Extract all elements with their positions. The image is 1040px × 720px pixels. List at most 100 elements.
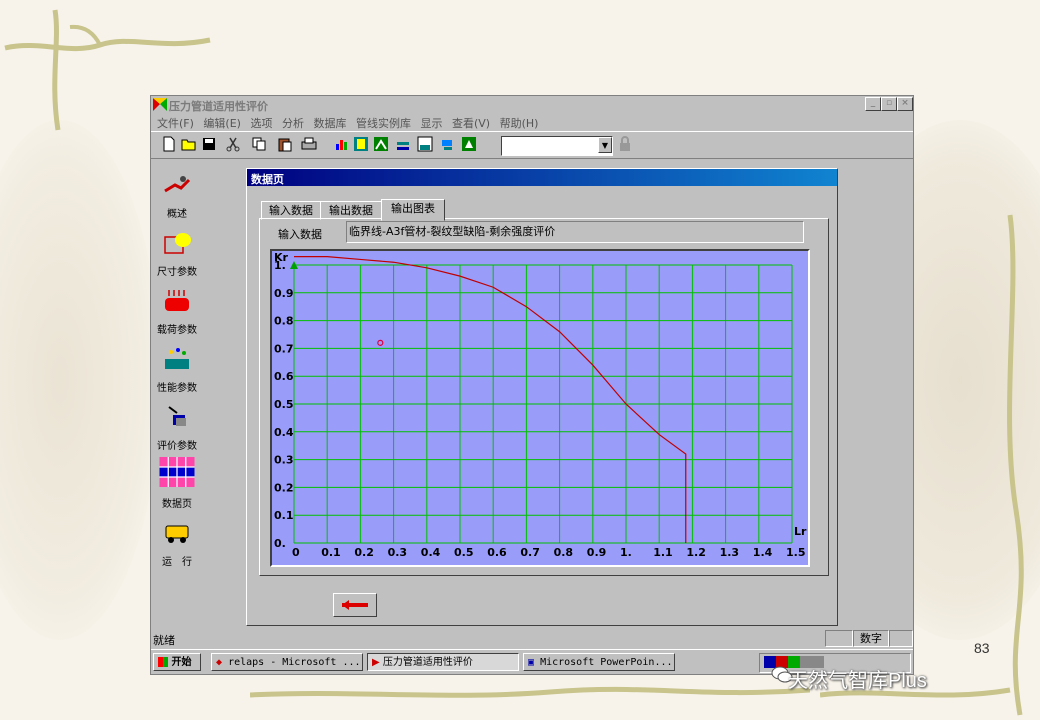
sidebar-item-dimensions[interactable]: 尺寸参数 — [151, 225, 203, 283]
datasheet-window-title: 数据页 — [247, 169, 837, 186]
sidebar-item-datasheet[interactable]: 数据页 — [151, 457, 203, 515]
menu-edit[interactable]: 编辑(E) — [203, 115, 241, 131]
brand-watermark: 天然气智库Plus — [788, 670, 927, 692]
tab-output-chart[interactable]: 输出图表 — [381, 199, 445, 221]
new-file-icon[interactable] — [161, 136, 177, 152]
y-tick-label: 0.3 — [274, 454, 294, 467]
sidebar-item-label: 评价参数 — [157, 441, 197, 452]
start-button[interactable]: 开始 — [153, 653, 201, 671]
toolbar-combo[interactable]: ▼ — [501, 136, 613, 156]
menu-options[interactable]: 选项 — [250, 115, 272, 131]
y-tick-label: 0.4 — [274, 426, 294, 439]
sidebar-item-run[interactable]: 运 行 — [151, 515, 203, 573]
x-tick-label: 0.6 — [487, 546, 507, 559]
maximize-button[interactable]: ▫ — [881, 97, 897, 111]
sidebar-item-overview[interactable]: 概述 — [151, 167, 203, 225]
status-pane-empty — [825, 630, 853, 647]
menu-view[interactable]: 查看(V) — [452, 115, 490, 131]
x-tick-label: 1.4 — [753, 546, 773, 559]
chevron-down-icon[interactable]: ▼ — [598, 137, 612, 153]
input-data-field[interactable]: 临界线-A3f管材-裂纹型缺陷-剩余强度评价 — [346, 221, 804, 243]
graph-tool-icon[interactable] — [373, 136, 389, 152]
failure-assessment-curve — [294, 256, 687, 543]
powerpoint-icon: ▣ — [528, 657, 535, 668]
sidebar: 概述 尺寸参数 载荷参数 性能参数 评价参数 数据页 运 行 — [151, 159, 203, 627]
sidebar-item-label: 数据页 — [162, 499, 192, 510]
failure-assessment-chart: 0 0.1 0.2 0.3 0.4 0.5 0.6 0.7 0.8 0.9 1. 1.1 1.2 1.3 1… — [270, 249, 810, 567]
assessment-point — [377, 339, 384, 346]
title-bar: 压力管道适用性评价 _ ▫ × — [151, 96, 913, 113]
window-title: 压力管道适用性评价 — [169, 100, 268, 113]
x-tick-label: 0.9 — [587, 546, 607, 559]
table-tool-icon[interactable] — [395, 136, 411, 152]
export-tool-icon[interactable] — [439, 136, 455, 152]
y-tick-label: 0.5 — [274, 398, 294, 411]
x-tick-label: 1.3 — [720, 546, 740, 559]
layout-tool-icon[interactable] — [417, 136, 433, 152]
x-tick-label: 0 — [292, 546, 300, 559]
y-tick-label: 0.6 — [274, 370, 294, 383]
vine-decoration-bottom-left — [250, 686, 810, 698]
material-icon — [165, 348, 189, 369]
menu-analysis[interactable]: 分析 — [282, 115, 304, 131]
sidebar-item-evaluation[interactable]: 评价参数 — [151, 399, 203, 457]
menu-display[interactable]: 显示 — [420, 115, 442, 131]
sidebar-item-load[interactable]: 载荷参数 — [151, 283, 203, 341]
menu-database[interactable]: 数据库 — [313, 115, 346, 131]
datasheet-icon — [159, 457, 195, 487]
y-tick-label: 0.7 — [274, 342, 294, 355]
evaluation-icon — [168, 406, 186, 426]
sidebar-item-label: 性能参数 — [157, 383, 197, 394]
y-tick-label: 0. — [274, 537, 286, 550]
y-tick-label: 0.1 — [274, 509, 294, 522]
sidebar-item-label: 载荷参数 — [157, 325, 197, 336]
x-axis-label: Lr — [794, 525, 807, 538]
run-tool-icon[interactable] — [461, 136, 477, 152]
x-tick-label: 0.2 — [354, 546, 374, 559]
save-icon[interactable] — [201, 136, 217, 152]
x-tick-label: 0.8 — [554, 546, 574, 559]
lock-icon[interactable] — [617, 136, 633, 152]
back-button[interactable] — [333, 593, 377, 617]
sidebar-item-label: 运 行 — [162, 557, 192, 568]
y-axis-label: Kr — [274, 251, 289, 264]
chart-tab-panel: 输入数据 临界线-A3f管材-裂纹型缺陷-剩余强度评价 0 0.1 0.2 0.3 0.… — [259, 218, 829, 576]
status-bar: 就绪 数字 — [151, 629, 913, 647]
copy-icon[interactable] — [251, 136, 267, 152]
minimize-button[interactable]: _ — [865, 97, 881, 111]
status-numlock: 数字 — [853, 630, 889, 647]
cut-icon[interactable] — [225, 136, 241, 152]
x-tick-label: 1.5 — [786, 546, 806, 559]
app-window: 压力管道适用性评价 _ ▫ × 文件(F) 编辑(E) 选项 分析 数据库 管线… — [150, 95, 914, 675]
y-tick-label: 0.8 — [274, 315, 294, 328]
app-logo-icon — [153, 98, 167, 111]
app-logo-icon: ▶ — [372, 657, 380, 668]
menu-help[interactable]: 帮助(H) — [500, 115, 539, 131]
slide-page-number: 83 — [974, 640, 990, 656]
run-icon — [165, 525, 189, 543]
taskbar-item-powerpoint[interactable]: ▣ Microsoft PowerPoin... — [523, 653, 675, 671]
y-tick-label: 0.9 — [274, 287, 294, 300]
datasheet-window: 数据页 输入数据 输出数据 输出图表 输入数据 临界线-A3f管材-裂纹型缺陷-… — [246, 168, 838, 626]
x-tick-label: 1. — [620, 546, 632, 559]
windows-logo-icon — [158, 657, 168, 667]
chart-tool-icon[interactable] — [333, 136, 349, 152]
print-icon[interactable] — [301, 136, 317, 152]
overview-icon — [164, 176, 191, 193]
report-tool-icon[interactable] — [353, 136, 369, 152]
background-texture — [0, 120, 160, 640]
open-folder-icon[interactable] — [181, 136, 197, 152]
x-tick-label: 0.5 — [454, 546, 474, 559]
sidebar-item-material[interactable]: 性能参数 — [151, 341, 203, 399]
taskbar-item-relaps[interactable]: ◆ relaps - Microsoft ... — [211, 653, 363, 671]
taskbar-item-pipeline-eval[interactable]: ▶ 压力管道适用性评价 — [367, 653, 519, 671]
arrow-left-icon — [342, 600, 368, 610]
menu-file[interactable]: 文件(F) — [157, 115, 194, 131]
x-tick-label: 0.4 — [421, 546, 441, 559]
paste-icon[interactable] — [277, 136, 293, 152]
menu-pipeline-library[interactable]: 管线实例库 — [356, 115, 411, 131]
status-pane-empty — [889, 630, 913, 647]
sidebar-item-label: 尺寸参数 — [157, 267, 197, 278]
close-button[interactable]: × — [897, 97, 913, 111]
x-tick-label: 1.1 — [653, 546, 673, 559]
